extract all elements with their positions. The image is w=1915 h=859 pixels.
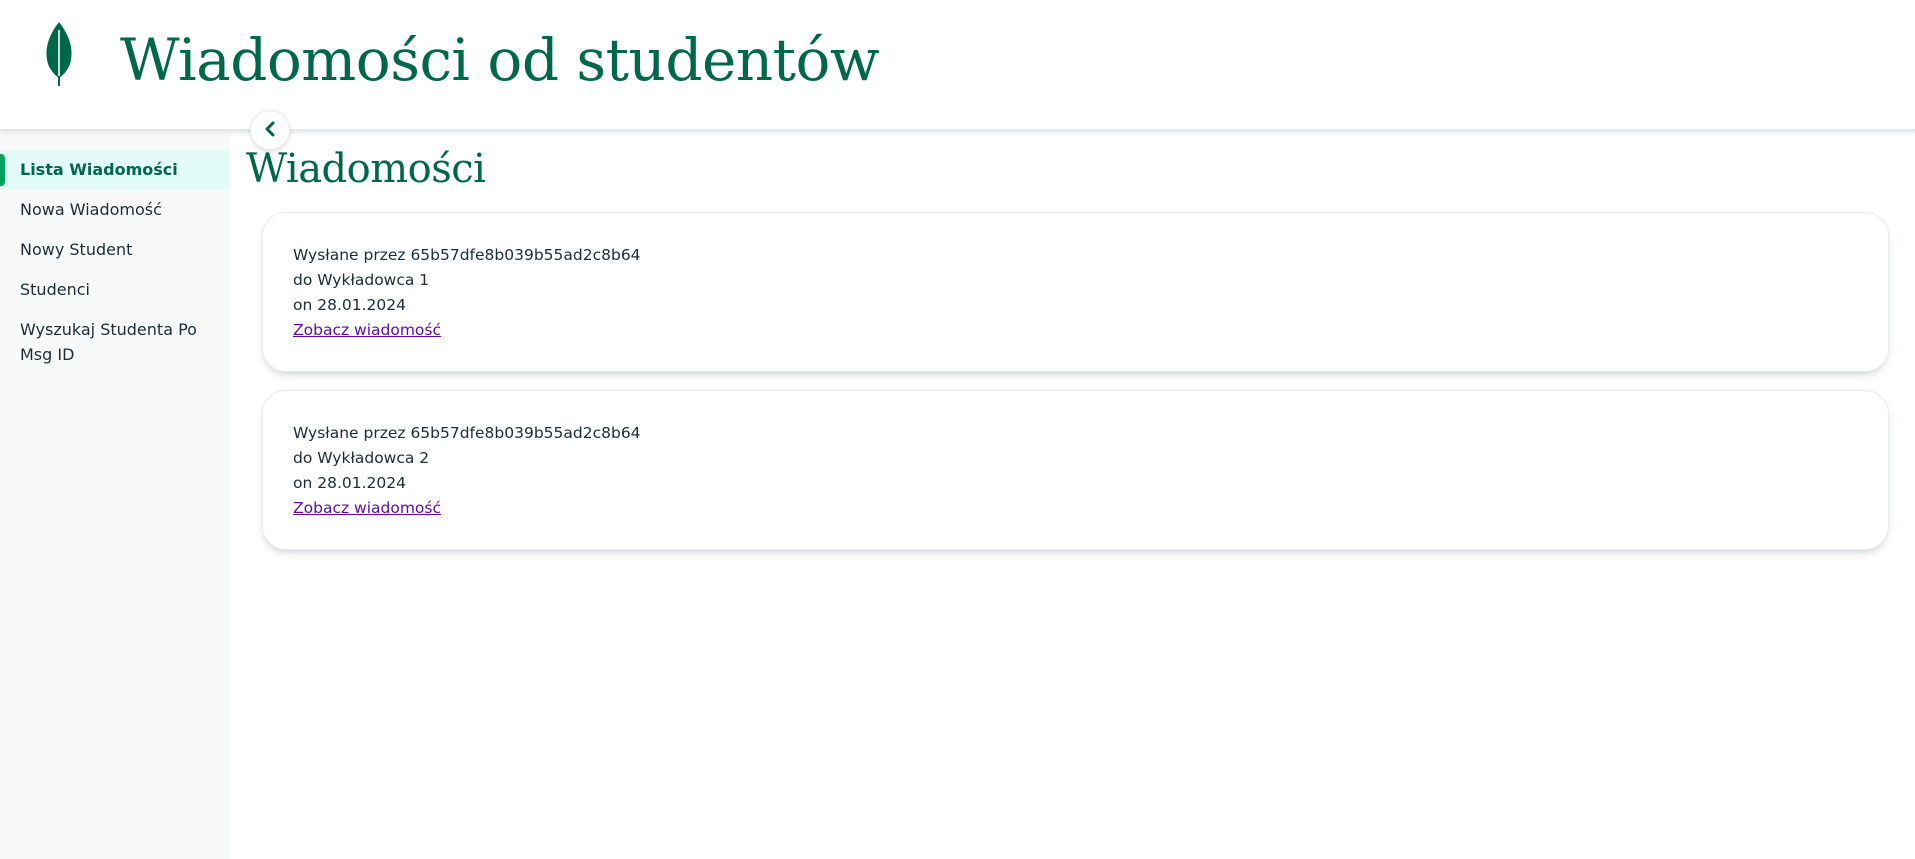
message-card: Wysłane przez 65b57dfe8b039b55ad2c8b64 d… [262, 212, 1889, 372]
app-title: Wiadomości od studentów [120, 26, 880, 94]
sidebar-collapse-button[interactable] [250, 110, 290, 150]
message-date: on 28.01.2024 [293, 296, 406, 314]
message-recipient: do Wykładowca 2 [293, 449, 430, 467]
message-recipient: do Wykładowca 1 [293, 271, 430, 289]
sidebar-nav: Lista Wiadomości Nowa Wiadomość Nowy Stu… [0, 133, 230, 370]
main-content: Wiadomości Wysłane przez 65b57dfe8b039b5… [246, 133, 1915, 859]
leaf-logo-icon[interactable] [40, 20, 78, 86]
view-message-link[interactable]: Zobacz wiadomość [293, 321, 441, 339]
sidebar-item-nowa-wiadomosc[interactable]: Nowa Wiadomość [0, 190, 230, 230]
sidebar-item-nowy-student[interactable]: Nowy Student [0, 230, 230, 270]
message-sender: Wysłane przez 65b57dfe8b039b55ad2c8b64 [293, 424, 641, 442]
sidebar-item-lista-wiadomosci[interactable]: Lista Wiadomości [0, 150, 230, 190]
message-date: on 28.01.2024 [293, 474, 406, 492]
chevron-left-icon [263, 121, 277, 140]
view-message-link[interactable]: Zobacz wiadomość [293, 499, 441, 517]
sidebar-item-wyszukaj-studenta[interactable]: Wyszukaj Studenta Po Msg ID [0, 310, 230, 370]
sidebar-item-studenci[interactable]: Studenci [0, 270, 230, 310]
message-card: Wysłane przez 65b57dfe8b039b55ad2c8b64 d… [262, 390, 1889, 550]
message-sender: Wysłane przez 65b57dfe8b039b55ad2c8b64 [293, 246, 641, 264]
sidebar: Lista Wiadomości Nowa Wiadomość Nowy Stu… [0, 133, 230, 859]
page-title: Wiadomości [246, 146, 486, 192]
top-header: Wiadomości od studentów [0, 0, 1915, 131]
